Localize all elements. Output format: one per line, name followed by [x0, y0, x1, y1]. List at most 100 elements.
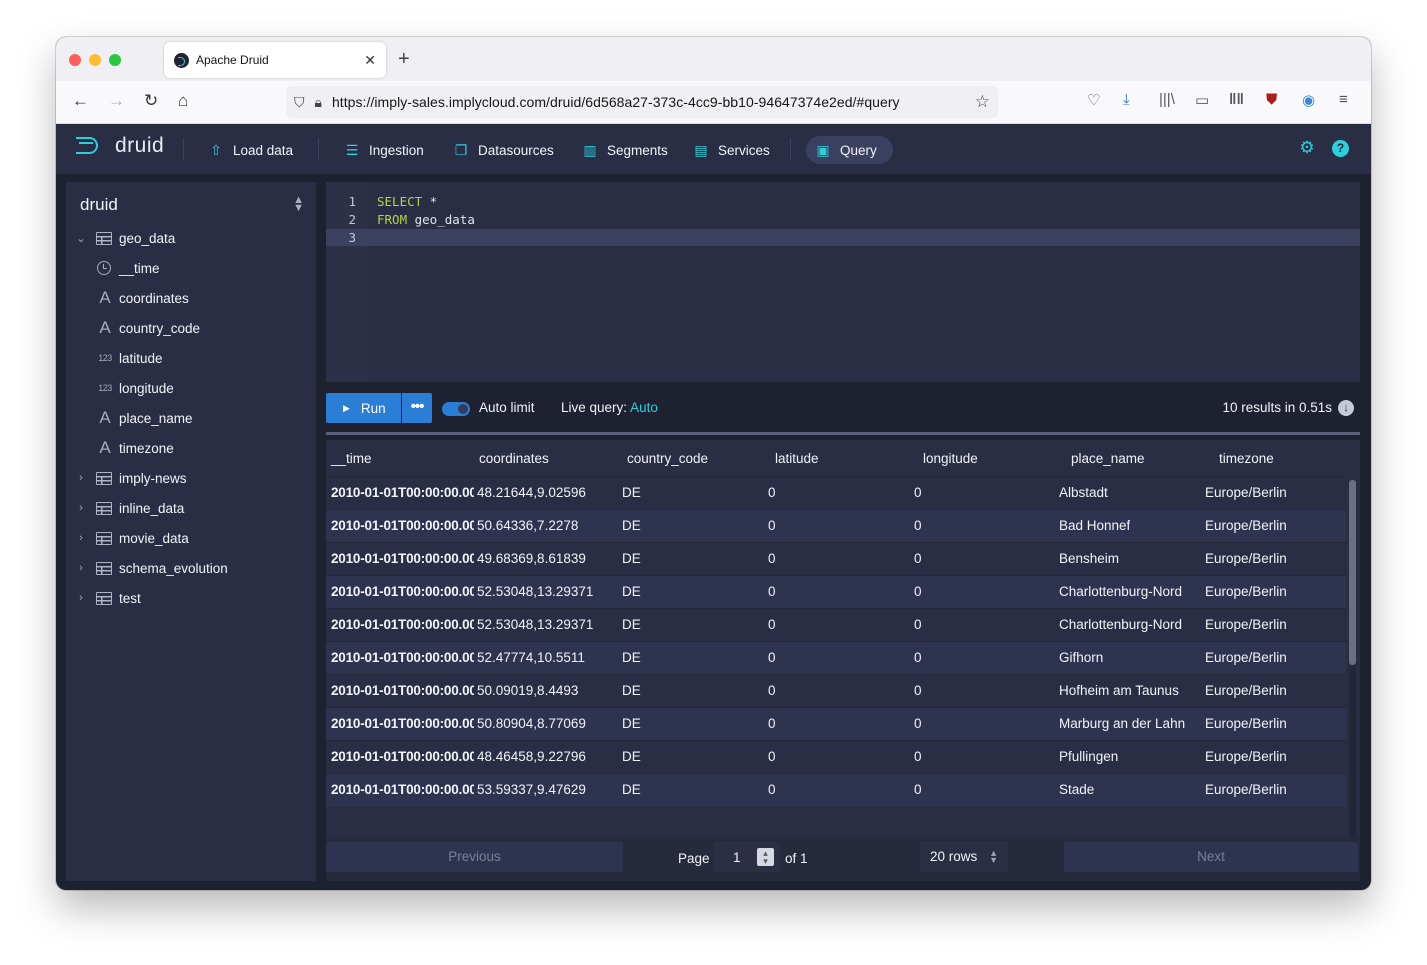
run-button[interactable]: ▶ Run [326, 393, 401, 423]
table-cell[interactable]: 48.46458,9.22796 [477, 749, 586, 764]
table-cell[interactable]: DE [622, 518, 641, 533]
table-row[interactable]: 2010-01-01T00:00:00.000Z50.64336,7.2278 D… [326, 509, 1346, 542]
table-cell[interactable]: 2010-01-01T00:00:00.000Z [331, 683, 474, 698]
tree-column-longitude[interactable]: 123 longitude [66, 375, 316, 401]
table-cell[interactable]: 2010-01-01T00:00:00.000Z [331, 617, 474, 632]
table-cell[interactable]: Europe/Berlin [1205, 716, 1287, 731]
table-cell[interactable]: Europe/Berlin [1205, 617, 1287, 632]
page-stepper-icon[interactable]: ▴ ▾ [757, 848, 774, 866]
table-cell[interactable]: DE [622, 551, 641, 566]
tree-datasource-schema-evolution[interactable]: › schema_evolution [66, 555, 316, 581]
tree-column-timezone[interactable]: A timezone [66, 435, 316, 461]
url-text[interactable]: https://imply-sales.implycloud.com/druid… [332, 94, 900, 110]
close-tab-icon[interactable]: ✕ [364, 52, 376, 69]
table-cell[interactable]: Charlottenburg-Nord [1059, 617, 1182, 632]
table-cell[interactable]: 0 [768, 617, 776, 632]
table-cell[interactable]: Pfullingen [1059, 749, 1118, 764]
sort-select-icon[interactable]: ▲ ▼ [293, 195, 304, 214]
table-cell[interactable]: Marburg an der Lahn [1059, 716, 1185, 731]
sidebar-title[interactable]: druid [80, 195, 118, 215]
table-cell[interactable]: DE [622, 485, 641, 500]
table-row[interactable]: 2010-01-01T00:00:00.000Z53.59337,9.47629… [326, 773, 1346, 806]
table-cell[interactable]: 2010-01-01T00:00:00.000Z [331, 551, 474, 566]
table-cell[interactable]: 0 [768, 782, 776, 797]
sql-editor[interactable]: 1 2 3 SELECT * FROM geo_data [326, 182, 1360, 382]
table-cell[interactable]: Europe/Berlin [1205, 485, 1287, 500]
results-divider[interactable] [326, 432, 1360, 435]
bookmark-star-icon[interactable]: ☆ [975, 92, 990, 112]
table-cell[interactable]: 52.53048,13.29371 [477, 584, 593, 599]
table-cell[interactable]: 2010-01-01T00:00:00.000Z [331, 518, 474, 533]
nav-query[interactable]: ▣ Query [806, 136, 893, 164]
table-cell[interactable]: Europe/Berlin [1205, 518, 1287, 533]
table-cell[interactable]: Europe/Berlin [1205, 650, 1287, 665]
table-cell[interactable]: Albstadt [1059, 485, 1108, 500]
table-row[interactable]: 2010-01-01T00:00:00.000Z52.47774,10.5511… [326, 641, 1346, 674]
table-cell[interactable]: DE [622, 683, 641, 698]
library-icon[interactable]: |||\ [1159, 91, 1175, 108]
vertical-scrollbar[interactable] [1349, 480, 1356, 837]
table-row[interactable]: 2010-01-01T00:00:00.000Z49.68369,8.61839… [326, 542, 1346, 575]
shield-icon[interactable]: ⛉ [294, 94, 305, 111]
tree-column-country-code[interactable]: A country_code [66, 315, 316, 341]
tree-datasource-geo-data[interactable]: ⌄ geo_data [66, 225, 316, 251]
table-cell[interactable]: 0 [914, 782, 922, 797]
column-header[interactable]: place_name [1071, 451, 1145, 466]
url-bar[interactable]: ⛉ 🔒︎ https://imply-sales.implycloud.com/… [286, 86, 998, 118]
table-cell[interactable]: Gifhorn [1059, 650, 1103, 665]
table-row[interactable]: 2010-01-01T00:00:00.000Z52.53048,13.2937… [326, 575, 1346, 608]
column-header[interactable]: timezone [1219, 451, 1274, 466]
table-row[interactable]: 2010-01-01T00:00:00.000Z50.09019,8.4493 D… [326, 674, 1346, 707]
menu-icon[interactable]: ≡ [1339, 91, 1348, 108]
more-options-button[interactable]: ••• [402, 393, 432, 423]
chevron-right-icon[interactable]: › [75, 472, 87, 484]
table-cell[interactable]: 0 [914, 485, 922, 500]
previous-page-button[interactable]: Previous [326, 842, 623, 872]
chevron-down-icon[interactable]: ⌄ [75, 232, 87, 245]
rows-per-page-select[interactable]: 20 rows ▲ ▼ [920, 842, 1008, 872]
chevron-right-icon[interactable]: › [75, 562, 87, 574]
table-cell[interactable]: Europe/Berlin [1205, 749, 1287, 764]
table-cell[interactable]: Charlottenburg-Nord [1059, 584, 1182, 599]
table-cell[interactable]: 0 [768, 584, 776, 599]
table-cell[interactable]: DE [622, 716, 641, 731]
table-cell[interactable]: 0 [768, 716, 776, 731]
browser-tab[interactable]: Apache Druid ✕ [164, 42, 386, 78]
table-cell[interactable]: 0 [768, 749, 776, 764]
table-cell[interactable]: 2010-01-01T00:00:00.000Z [331, 782, 474, 797]
help-icon[interactable]: ? [1332, 140, 1349, 157]
tree-column-place-name[interactable]: A place_name [66, 405, 316, 431]
nav-datasources[interactable]: ❐ Datasources [444, 136, 562, 164]
table-cell[interactable]: 52.47774,10.5511 [477, 650, 585, 665]
tree-datasource-test[interactable]: › test [66, 585, 316, 611]
forward-icon[interactable]: → [108, 91, 125, 111]
tree-datasource-movie-data[interactable]: › movie_data [66, 525, 316, 551]
nav-segments[interactable]: ▥ Segments [573, 136, 676, 164]
extension-icon[interactable]: ‖‖ [1229, 91, 1244, 108]
druid-logo[interactable]: druid [76, 134, 164, 158]
maximize-window-button[interactable] [109, 54, 121, 66]
downloads-icon[interactable]: ⤓ [1123, 91, 1130, 108]
minimize-window-button[interactable] [89, 54, 101, 66]
table-cell[interactable]: 0 [914, 518, 922, 533]
table-row[interactable]: 2010-01-01T00:00:00.000Z48.46458,9.22796… [326, 740, 1346, 773]
table-cell[interactable]: 2010-01-01T00:00:00.000Z [331, 716, 474, 731]
chevron-right-icon[interactable]: › [75, 592, 87, 604]
table-cell[interactable]: Europe/Berlin [1205, 683, 1287, 698]
table-cell[interactable]: 50.64336,7.2278 [477, 518, 578, 533]
chevron-right-icon[interactable]: › [75, 532, 87, 544]
table-cell[interactable]: 2010-01-01T00:00:00.000Z [331, 485, 474, 500]
nav-ingestion[interactable]: ☰ Ingestion [335, 136, 432, 164]
table-cell[interactable]: 52.53048,13.29371 [477, 617, 593, 632]
table-cell[interactable]: Stade [1059, 782, 1094, 797]
reload-icon[interactable]: ↻ [144, 91, 158, 111]
table-cell[interactable]: 49.68369,8.61839 [477, 551, 586, 566]
table-cell[interactable]: Europe/Berlin [1205, 782, 1287, 797]
download-icon[interactable]: ↓ [1338, 400, 1354, 416]
scrollbar-thumb[interactable] [1349, 480, 1356, 665]
auto-limit-label[interactable]: Auto limit [479, 400, 535, 415]
table-cell[interactable]: 0 [914, 551, 922, 566]
table-cell[interactable]: 0 [768, 485, 776, 500]
close-window-button[interactable] [69, 54, 81, 66]
table-cell[interactable]: Europe/Berlin [1205, 551, 1287, 566]
